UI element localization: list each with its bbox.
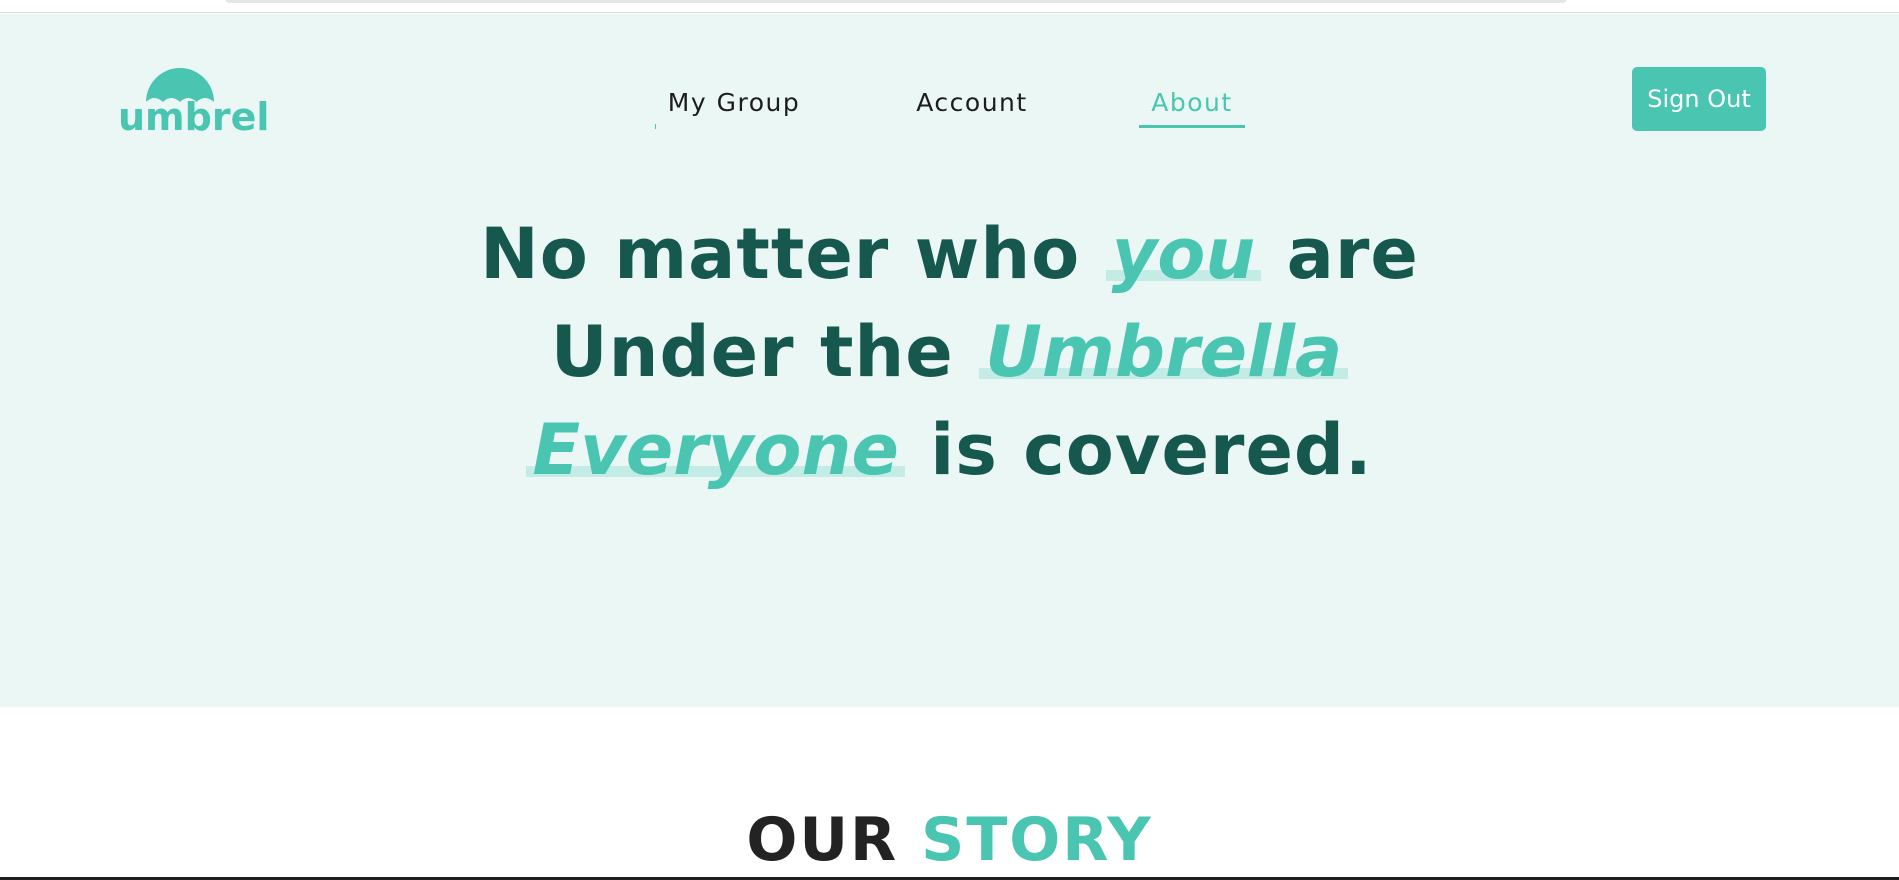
nav-my-group[interactable]: My Group xyxy=(667,84,801,128)
headline-text: Under the xyxy=(550,311,980,393)
nav-about[interactable]: About xyxy=(1139,84,1245,128)
headline-text: is covered. xyxy=(904,409,1373,491)
nav-indicator-mark xyxy=(655,124,656,129)
headline-emphasis: Everyone xyxy=(526,409,905,491)
nav-account-label: Account xyxy=(916,88,1028,117)
active-tab-underline xyxy=(1139,125,1245,128)
story-heading-strong: STORY xyxy=(921,805,1153,875)
headline-emphasis: Umbrella xyxy=(979,311,1349,393)
sign-out-button[interactable]: Sign Out xyxy=(1632,67,1766,131)
nav-account[interactable]: Account xyxy=(912,84,1032,128)
story-heading-light: OUR xyxy=(746,805,899,875)
our-story-heading: OUR STORY xyxy=(0,800,1899,880)
browser-top-strip xyxy=(0,0,1899,13)
headline-emphasis: you xyxy=(1105,213,1262,295)
nav-about-label: About xyxy=(1151,88,1233,117)
horizontal-scrollbar[interactable] xyxy=(225,0,1567,3)
headline-line-2: Under the Umbrella xyxy=(0,303,1899,401)
nav-my-group-label: My Group xyxy=(667,88,801,117)
hero-headline: No matter who you are Under the Umbrella… xyxy=(0,205,1899,499)
headline-text: are xyxy=(1261,213,1419,295)
headline-text: No matter who xyxy=(480,213,1106,295)
headline-line-1: No matter who you are xyxy=(0,205,1899,303)
main-nav: My Group Account About xyxy=(0,84,1899,134)
headline-line-3: Everyone is covered. xyxy=(0,401,1899,499)
